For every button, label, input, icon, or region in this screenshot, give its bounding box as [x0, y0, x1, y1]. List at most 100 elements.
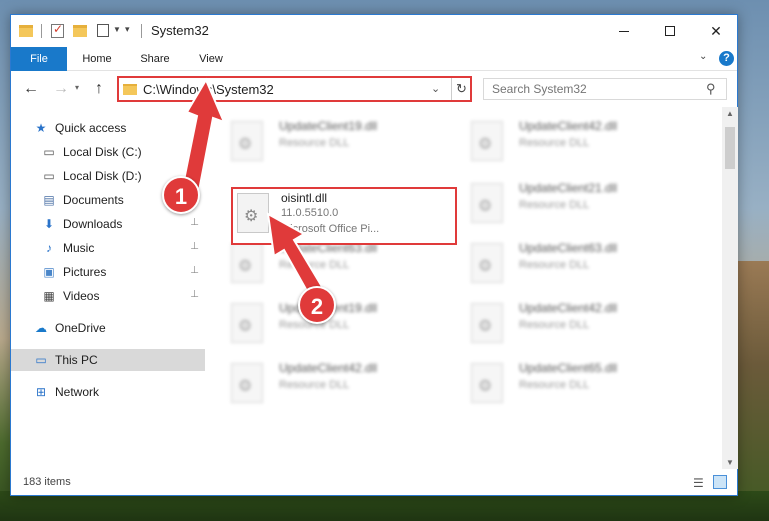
file-description: Microsoft Office Pi...: [281, 223, 380, 235]
file-tile[interactable]: UpdateClient65.dll Resource DLL: [451, 355, 673, 409]
pin-icon[interactable]: ⊥: [190, 217, 199, 228]
large-icons-view-icon[interactable]: [713, 475, 727, 489]
minimize-button[interactable]: [601, 15, 647, 47]
file-tile[interactable]: UpdateClient42.dll Resource DLL: [451, 295, 673, 349]
download-icon: ⬇: [43, 217, 55, 231]
sidebar-item-local-disk-c[interactable]: ▭ Local Disk (C:) ⊥: [41, 141, 205, 163]
properties-check-icon[interactable]: [51, 22, 64, 38]
file-type: Resource DLL: [519, 199, 590, 211]
file-tile-oisintl[interactable]: oisintl.dll 11.0.5510.0 Microsoft Office…: [213, 185, 435, 239]
file-name: oisintl.dll: [281, 191, 328, 205]
star-icon: ★: [35, 121, 47, 135]
ribbon-tabs: File Home Share View ⌄ ?: [11, 47, 737, 71]
expand-ribbon-icon[interactable]: ⌄: [699, 51, 707, 62]
file-type: Resource DLL: [519, 137, 590, 149]
file-explorer-window: ▼ ▾ System32 ✕ File Home Share View ⌄ ? …: [10, 14, 738, 496]
dll-file-icon: [471, 183, 503, 223]
item-count: 183 items: [23, 476, 71, 488]
recent-locations-icon[interactable]: ▾: [75, 83, 79, 92]
sidebar-item-videos[interactable]: ▦ Videos ⊥: [41, 285, 205, 307]
tab-file[interactable]: File: [11, 47, 67, 71]
details-view-icon[interactable]: ☰: [693, 476, 704, 490]
file-tile[interactable]: UpdateClient19.dll Resource DLL: [211, 113, 433, 167]
dll-file-icon: [471, 243, 503, 283]
up-arrow-icon[interactable]: ↑: [95, 80, 103, 98]
folder-icon: [19, 25, 33, 37]
sidebar-item-network[interactable]: ⊞ Network: [33, 381, 205, 403]
pin-icon[interactable]: ⊥: [190, 145, 199, 156]
pictures-icon: ▣: [43, 265, 55, 279]
customize-toolbar-icon[interactable]: ▾: [125, 24, 130, 40]
tab-view[interactable]: View: [189, 47, 233, 71]
sidebar-item-label: Documents: [63, 193, 124, 207]
forward-arrow-icon[interactable]: →: [53, 80, 69, 98]
scroll-thumb[interactable]: [725, 127, 735, 169]
toolbar-separator: [41, 24, 42, 38]
file-tile[interactable]: UpdateClient42.dll Resource DLL: [451, 113, 673, 167]
pin-icon[interactable]: ⊥: [190, 289, 199, 300]
address-path[interactable]: C:\Windows\System32: [143, 82, 274, 97]
close-icon: ✕: [710, 22, 722, 39]
file-type: Resource DLL: [519, 379, 590, 391]
vertical-scrollbar[interactable]: ▲ ▼: [722, 107, 738, 469]
maximize-button[interactable]: [647, 15, 693, 47]
network-icon: ⊞: [35, 385, 47, 399]
sidebar-item-quick-access[interactable]: ★ Quick access: [33, 117, 205, 139]
dll-file-icon: [231, 121, 263, 161]
drive-icon: ▭: [43, 145, 55, 159]
file-type: Resource DLL: [279, 137, 350, 149]
pin-icon[interactable]: ⊥: [190, 265, 199, 276]
file-name: UpdateClient42.dll: [519, 301, 618, 315]
sidebar-item-label: This PC: [55, 353, 98, 367]
sidebar-item-pictures[interactable]: ▣ Pictures ⊥: [41, 261, 205, 283]
properties-icon[interactable]: [97, 24, 109, 37]
dll-file-icon: [231, 243, 263, 283]
file-name: UpdateClient63.dll: [519, 241, 618, 255]
sidebar-item-label: Quick access: [55, 121, 127, 135]
computer-icon: ▭: [35, 353, 47, 367]
sidebar-item-music[interactable]: ♪ Music ⊥: [41, 237, 205, 259]
back-arrow-icon[interactable]: ←: [23, 80, 39, 98]
file-tile[interactable]: UpdateClient42.dll Resource DLL: [211, 355, 433, 409]
sidebar-item-onedrive[interactable]: ☁ OneDrive: [33, 317, 205, 339]
address-dropdown-icon[interactable]: ⌄: [431, 82, 440, 95]
dll-file-icon: [231, 363, 263, 403]
address-folder-icon: [123, 84, 137, 95]
music-icon: ♪: [46, 241, 52, 255]
scroll-up-icon[interactable]: ▲: [726, 109, 734, 118]
sidebar-item-label: OneDrive: [55, 321, 106, 335]
search-input[interactable]: [483, 78, 727, 100]
title-separator: [141, 24, 142, 38]
help-icon[interactable]: ?: [719, 51, 734, 66]
title-bar: ▼ ▾ System32 ✕: [11, 15, 737, 47]
file-name: UpdateClient42.dll: [519, 119, 618, 133]
pin-icon[interactable]: ⊥: [190, 241, 199, 252]
file-tile[interactable]: UpdateClient63.dll Resource DLL: [451, 235, 673, 289]
quick-access-dropdown-icon[interactable]: ▼: [113, 25, 121, 41]
file-name: UpdateClient21.dll: [519, 181, 618, 195]
highlighted-file-tile[interactable]: oisintl.dll 11.0.5510.0 Microsoft Office…: [231, 187, 457, 245]
file-name: UpdateClient19.dll: [279, 119, 378, 133]
sidebar-item-this-pc[interactable]: ▭ This PC: [11, 349, 205, 371]
address-bar[interactable]: C:\Windows\System32 ⌄ ↻: [117, 76, 472, 102]
file-list: UpdateClient19.dll Resource DLL UpdateCl…: [211, 107, 721, 469]
scroll-down-icon[interactable]: ▼: [726, 458, 734, 467]
close-button[interactable]: ✕: [693, 15, 739, 47]
navigation-pane: ★ Quick access ▭ Local Disk (C:) ⊥ ▭ Loc…: [11, 107, 207, 469]
status-bar: 183 items ☰: [11, 471, 737, 495]
file-tile[interactable]: UpdateClient21.dll Resource DLL: [451, 175, 673, 229]
file-type: Resource DLL: [519, 259, 590, 271]
new-folder-icon[interactable]: [73, 25, 87, 37]
search-icon: ⚲: [706, 81, 716, 96]
dll-file-icon: [471, 303, 503, 343]
file-version: 11.0.5510.0: [281, 207, 339, 219]
dll-file-icon: [231, 303, 263, 343]
refresh-icon[interactable]: ↻: [451, 78, 471, 100]
file-type: Resource DLL: [519, 319, 590, 331]
sidebar-item-downloads[interactable]: ⬇ Downloads ⊥: [41, 213, 205, 235]
file-name: UpdateClient42.dll: [279, 361, 378, 375]
sidebar-item-label: Pictures: [63, 265, 107, 279]
sidebar-item-label: Local Disk (D:): [63, 169, 142, 183]
tab-share[interactable]: Share: [133, 47, 177, 71]
tab-home[interactable]: Home: [75, 47, 119, 71]
